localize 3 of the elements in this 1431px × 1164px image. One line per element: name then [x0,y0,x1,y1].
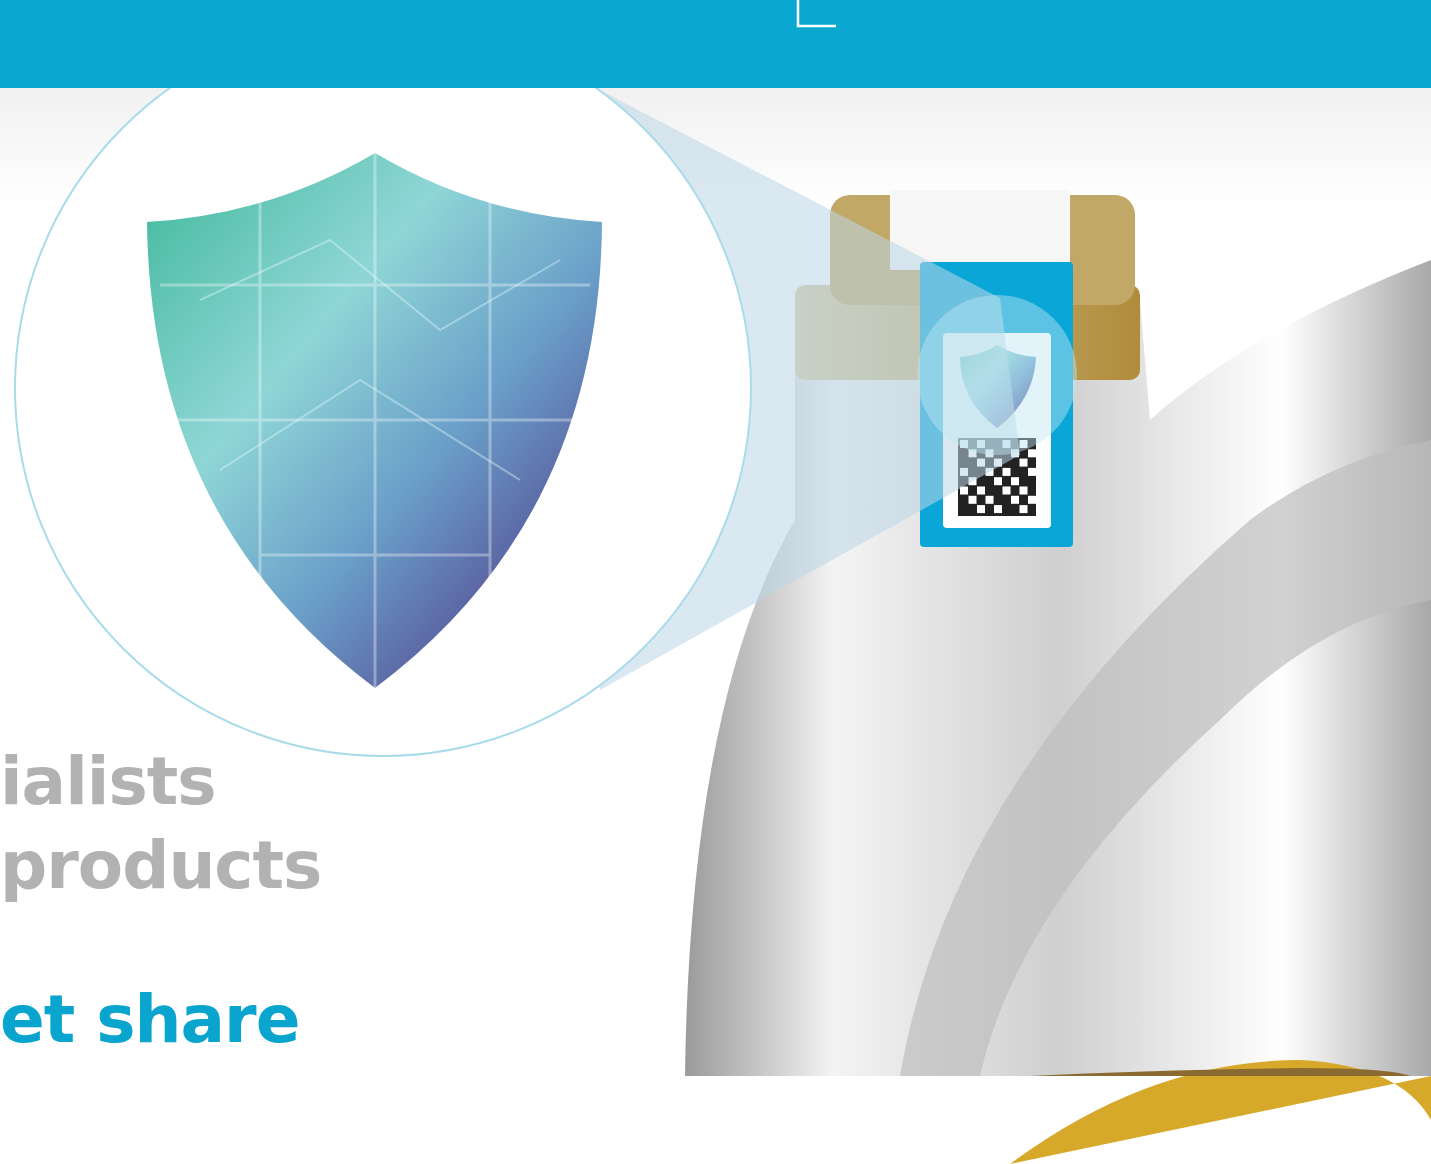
headline-text: ialists [0,742,217,822]
headline-text: products [0,826,323,906]
tagline-text: et share [0,980,301,1060]
